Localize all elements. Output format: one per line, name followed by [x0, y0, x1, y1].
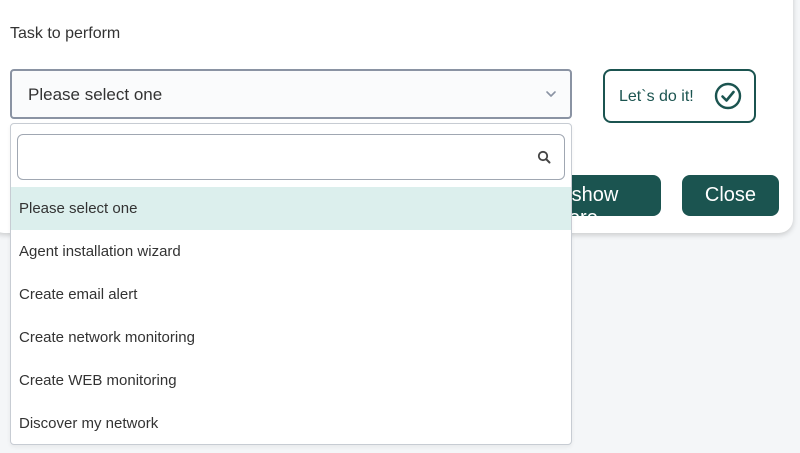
search-icon [537, 150, 551, 164]
task-dropdown: Please select one Agent installation wiz… [10, 123, 572, 445]
option-create-web-monitoring[interactable]: Create WEB monitoring [11, 359, 571, 402]
option-list: Please select one Agent installation wiz… [11, 187, 571, 444]
lets-do-it-label: Let`s do it! [619, 88, 694, 105]
dropdown-search-input[interactable] [18, 135, 518, 179]
check-circle-icon [714, 82, 742, 110]
chevron-down-icon [546, 91, 556, 97]
task-select[interactable]: Please select one [10, 69, 572, 119]
option-please-select[interactable]: Please select one [11, 187, 571, 230]
close-label: Close [704, 184, 757, 206]
option-create-email-alert[interactable]: Create email alert [11, 273, 571, 316]
task-select-value: Please select one [28, 85, 163, 104]
lets-do-it-button[interactable]: Let`s do it! [603, 69, 756, 123]
dropdown-search [17, 134, 565, 180]
option-agent-installation-wizard[interactable]: Agent installation wizard [11, 230, 571, 273]
option-create-network-monitoring[interactable]: Create network monitoring [11, 316, 571, 359]
option-discover-my-network[interactable]: Discover my network [11, 402, 571, 444]
task-label: Task to perform [10, 25, 121, 42]
close-button[interactable]: Close [682, 175, 779, 216]
